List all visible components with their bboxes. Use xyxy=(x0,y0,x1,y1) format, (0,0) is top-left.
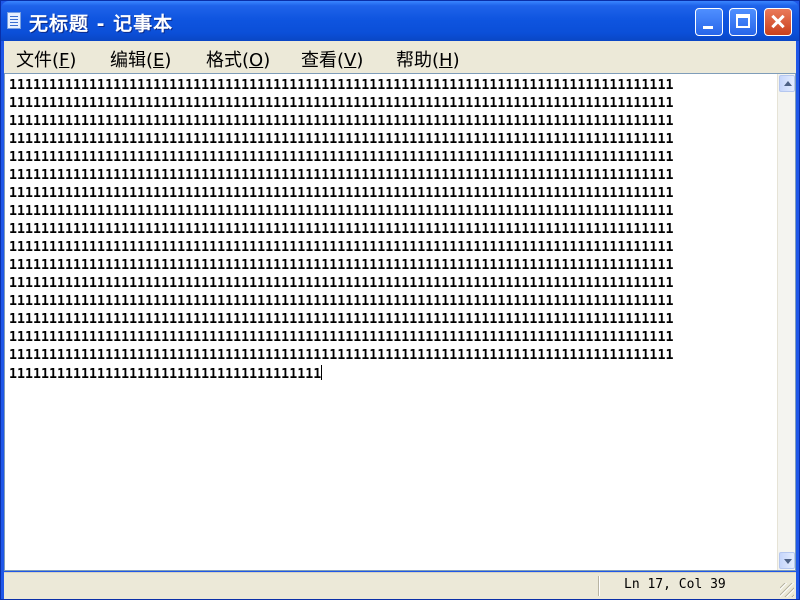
document-text[interactable]: 1111111111111111111111111111111111111111… xyxy=(9,77,773,567)
text-line: 1111111111111111111111111111111111111111… xyxy=(9,348,674,363)
text-line: 1111111111111111111111111111111111111111… xyxy=(9,312,674,327)
text-line: 1111111111111111111111111111111111111111… xyxy=(9,186,674,201)
notepad-icon[interactable] xyxy=(7,12,21,29)
text-line: 1111111111111111111111111111111111111111… xyxy=(9,276,674,291)
minimize-icon xyxy=(703,26,713,29)
notepad-window: 无标题 - 记事本 文件(F) 编辑(E) 格式(O) 查看(V) 帮助(H) … xyxy=(0,0,800,600)
menu-format[interactable]: 格式(O) xyxy=(206,46,270,72)
title-bar[interactable]: 无标题 - 记事本 xyxy=(1,1,799,41)
text-line: 1111111111111111111111111111111111111111… xyxy=(9,222,674,237)
text-line: 1111111111111111111111111111111111111111… xyxy=(9,114,674,129)
scroll-up-button[interactable] xyxy=(779,75,795,92)
text-line: 111111111111111111111111111111111111111 xyxy=(9,365,323,382)
scroll-down-button[interactable] xyxy=(779,552,795,569)
maximize-button[interactable] xyxy=(729,8,757,36)
menu-view[interactable]: 查看(V) xyxy=(301,46,363,72)
close-button[interactable] xyxy=(764,8,792,36)
text-editor[interactable]: 1111111111111111111111111111111111111111… xyxy=(4,73,796,571)
text-line: 1111111111111111111111111111111111111111… xyxy=(9,150,674,165)
text-line: 1111111111111111111111111111111111111111… xyxy=(9,258,674,273)
window-title: 无标题 - 记事本 xyxy=(29,13,174,35)
vertical-scrollbar[interactable] xyxy=(777,74,795,570)
text-caret xyxy=(321,365,323,380)
maximize-icon xyxy=(736,14,750,28)
minimize-button[interactable] xyxy=(695,8,723,36)
text-line: 1111111111111111111111111111111111111111… xyxy=(9,132,674,147)
text-line: 1111111111111111111111111111111111111111… xyxy=(9,96,674,111)
text-line: 1111111111111111111111111111111111111111… xyxy=(9,78,674,93)
menu-bar: 文件(F) 编辑(E) 格式(O) 查看(V) 帮助(H) xyxy=(4,41,796,73)
status-divider xyxy=(598,576,599,596)
text-line: 1111111111111111111111111111111111111111… xyxy=(9,294,674,309)
menu-help[interactable]: 帮助(H) xyxy=(396,46,460,72)
text-line: 1111111111111111111111111111111111111111… xyxy=(9,330,674,345)
close-icon xyxy=(765,9,791,35)
menu-edit[interactable]: 编辑(E) xyxy=(110,46,171,72)
cursor-position: Ln 17, Col 39 xyxy=(624,577,726,592)
menu-file[interactable]: 文件(F) xyxy=(16,46,76,72)
text-line: 1111111111111111111111111111111111111111… xyxy=(9,204,674,219)
status-bar: Ln 17, Col 39 xyxy=(4,572,796,599)
resize-grip-icon[interactable] xyxy=(780,583,794,597)
text-line: 1111111111111111111111111111111111111111… xyxy=(9,168,674,183)
text-line: 1111111111111111111111111111111111111111… xyxy=(9,240,674,255)
